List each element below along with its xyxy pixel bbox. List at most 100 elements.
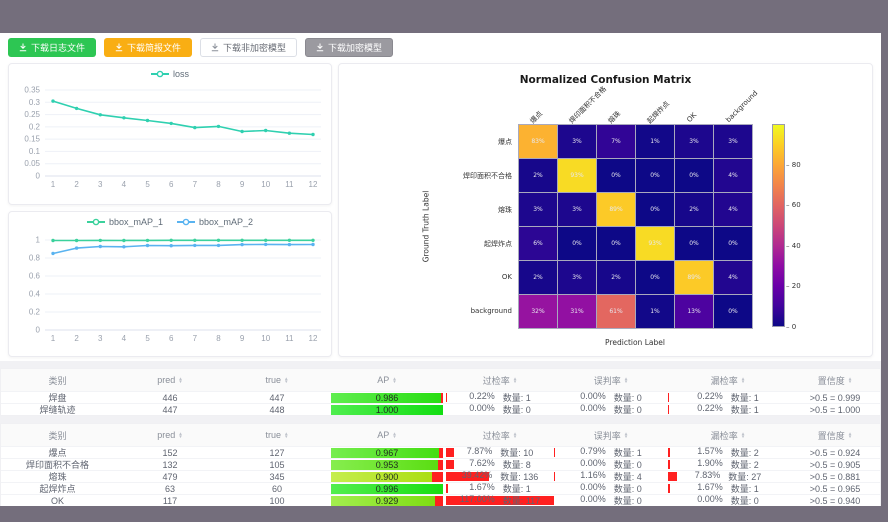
legend-item-bbox_mAP_2[interactable]: bbox_mAP_2 — [177, 217, 253, 227]
matrix-cell: 0% — [597, 227, 635, 260]
pred-cell: 117 — [114, 495, 226, 506]
column-header-label: 类别 — [48, 429, 66, 442]
sort-icon[interactable]: ▲▼ — [741, 432, 746, 438]
svg-text:5: 5 — [145, 334, 150, 343]
rate-cell: 0.22%数量: 1 — [668, 392, 788, 403]
pred-cell: 63 — [114, 483, 226, 494]
sort-icon[interactable]: ▲▼ — [178, 377, 183, 383]
sort-icon[interactable]: ▲▼ — [178, 432, 183, 438]
column-header[interactable]: 过检率▲▼ — [446, 424, 554, 446]
sort-icon[interactable]: ▲▼ — [392, 432, 397, 438]
rate-pct: 0.00% — [580, 404, 606, 415]
download-icon — [19, 43, 27, 52]
sort-icon[interactable]: ▲▼ — [624, 432, 629, 438]
confusion-matrix-figure: Normalized Confusion Matrix 83%3%7%1%3%3… — [339, 64, 872, 356]
colorbar — [772, 124, 785, 327]
sort-icon[interactable]: ▲▼ — [624, 377, 629, 383]
legend-label: bbox_mAP_2 — [199, 217, 253, 227]
svg-text:8: 8 — [216, 180, 221, 189]
column-header[interactable]: 误判率▲▼ — [554, 369, 668, 391]
sort-icon[interactable]: ▲▼ — [513, 377, 518, 383]
rate-cell: 0.00%数量: 0 — [554, 495, 668, 506]
sort-icon[interactable]: ▲▼ — [284, 377, 289, 383]
true-cell: 127 — [226, 447, 328, 458]
sort-icon[interactable]: ▲▼ — [284, 432, 289, 438]
matrix-cell: 2% — [519, 261, 557, 294]
column-header[interactable]: 漏检率▲▼ — [668, 369, 788, 391]
rate-count: 数量: 117 — [503, 495, 540, 506]
ap-value: 0.900 — [331, 472, 443, 482]
matrix-row-label: 熔珠 — [424, 205, 512, 215]
svg-text:7: 7 — [193, 180, 198, 189]
column-header[interactable]: 置信度▲▼ — [788, 369, 881, 391]
column-header[interactable]: AP▲▼ — [328, 424, 446, 446]
rate-pct: 0.00% — [580, 495, 606, 506]
rate-cell: 7.83%数量: 27 — [668, 471, 788, 482]
ap-value: 1.000 — [331, 405, 443, 415]
column-header[interactable]: true▲▼ — [226, 369, 328, 391]
column-header[interactable]: pred▲▼ — [114, 369, 226, 391]
rate-bar — [668, 472, 677, 481]
ap-cell: 0.900 — [328, 471, 446, 482]
column-header-label: 类别 — [48, 374, 66, 387]
download-button-1[interactable]: 下载日志文件 — [8, 38, 96, 57]
rate-count: 数量: 2 — [731, 459, 759, 470]
svg-text:0.2: 0.2 — [29, 122, 41, 131]
svg-text:11: 11 — [285, 334, 294, 343]
svg-text:12: 12 — [309, 180, 318, 189]
left-chart-column: loss 0.350.30.250.20.150.10.050123456789… — [8, 63, 332, 357]
svg-text:0.3: 0.3 — [29, 98, 41, 107]
rate-cell: 0.00%数量: 0 — [554, 483, 668, 494]
rate-pct: 0.79% — [580, 447, 606, 458]
sort-icon[interactable]: ▲▼ — [848, 432, 853, 438]
rate-bar — [554, 472, 555, 481]
sort-icon[interactable]: ▲▼ — [392, 377, 397, 383]
column-header[interactable]: AP▲▼ — [328, 369, 446, 391]
legend-item-bbox_mAP_1[interactable]: bbox_mAP_1 — [87, 217, 163, 227]
rate-pct: 7.83% — [695, 471, 721, 482]
colorbar-tick: 40 — [786, 242, 801, 250]
ap-value: 0.953 — [331, 460, 443, 470]
map-line-chart: 10.80.60.40.20123456789101112 — [9, 212, 331, 354]
column-header-label: pred — [157, 375, 175, 385]
svg-text:11: 11 — [285, 180, 294, 189]
rate-pct: 1.16% — [580, 471, 606, 482]
download-button-3[interactable]: 下载非加密模型 — [200, 38, 297, 57]
column-header[interactable]: true▲▼ — [226, 424, 328, 446]
column-header[interactable]: 过检率▲▼ — [446, 369, 554, 391]
column-header[interactable]: 漏检率▲▼ — [668, 424, 788, 446]
sort-icon[interactable]: ▲▼ — [848, 377, 853, 383]
sort-icon[interactable]: ▲▼ — [741, 377, 746, 383]
rate-count: 数量: 0 — [614, 483, 642, 494]
matrix-xaxis-label: Prediction Label — [518, 338, 752, 347]
column-header-label: AP — [377, 375, 389, 385]
ap-bar: 0.929 — [331, 496, 443, 506]
legend-item-loss[interactable]: loss — [151, 69, 189, 79]
svg-text:2: 2 — [74, 334, 79, 343]
download-button-4[interactable]: 下载加密模型 — [305, 38, 393, 57]
column-header-label: 误判率 — [594, 429, 621, 442]
rate-cell: 39.42%数量: 136 — [446, 471, 554, 482]
rate-pct: 39.42% — [462, 471, 493, 482]
table-row: 起焊炸点 63 60 0.996 1.67%数量: 1 0.00%数量: 0 1… — [1, 482, 880, 494]
rate-bar — [668, 460, 670, 469]
rate-count: 数量: 4 — [614, 471, 642, 482]
ap-bar: 0.900 — [331, 472, 443, 482]
column-header-label: AP — [377, 430, 389, 440]
true-cell: 105 — [226, 459, 328, 470]
class-name-cell: 熔珠 — [1, 471, 114, 482]
rate-bar — [668, 484, 670, 493]
column-header[interactable]: 置信度▲▼ — [788, 424, 881, 446]
column-header[interactable]: 误判率▲▼ — [554, 424, 668, 446]
column-header-label: 置信度 — [818, 429, 845, 442]
pred-cell: 132 — [114, 459, 226, 470]
rate-pct: 7.87% — [467, 447, 493, 458]
map-chart-card: bbox_mAP_1 bbox_mAP_2 10.80.60.40.201234… — [8, 211, 332, 357]
sort-icon[interactable]: ▲▼ — [513, 432, 518, 438]
legend-marker-icon — [151, 70, 169, 78]
matrix-cell: 89% — [675, 261, 713, 294]
column-header[interactable]: pred▲▼ — [114, 424, 226, 446]
matrix-col-label: background — [724, 89, 759, 124]
class-name-cell: 焊印面积不合格 — [1, 459, 114, 470]
download-button-2[interactable]: 下载简报文件 — [104, 38, 192, 57]
